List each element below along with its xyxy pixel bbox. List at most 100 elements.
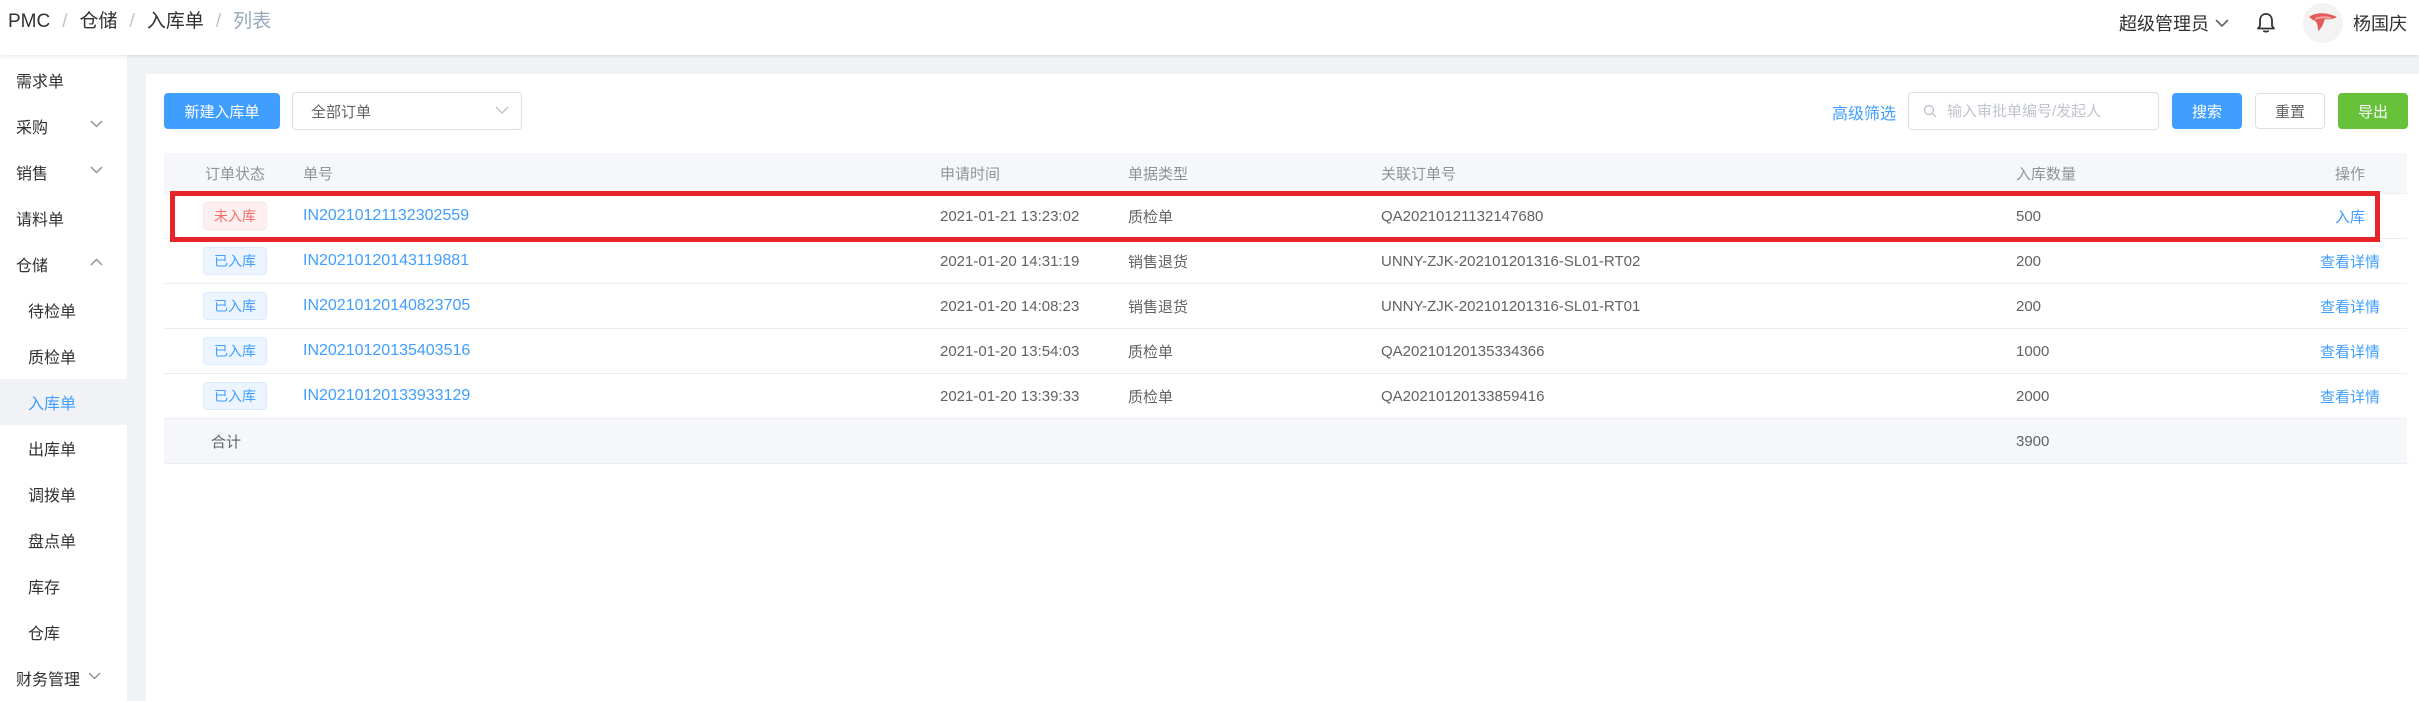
sidebar-item-demand[interactable]: 需求单 xyxy=(0,57,127,103)
sidebar-item-material-request[interactable]: 请料单 xyxy=(0,195,127,241)
document-type: 质检单 xyxy=(1128,388,1174,406)
sidebar-item-label: 库存 xyxy=(28,580,61,597)
sidebar-item-inventory[interactable]: 库存 xyxy=(0,563,127,609)
inbound-action-link[interactable]: 入库 xyxy=(2335,206,2365,227)
status-badge: 已入库 xyxy=(203,247,267,275)
inbound-quantity: 500 xyxy=(2016,207,2042,225)
inbound-table: 订单状态 单号 申请时间 单据类型 关联订单号 入库数量 操作 未入库 IN20… xyxy=(164,153,2407,464)
breadcrumb-inbound[interactable]: 入库单 xyxy=(147,10,204,34)
sidebar-item-label: 入库单 xyxy=(28,396,77,413)
breadcrumb-storage[interactable]: 仓储 xyxy=(80,10,118,34)
related-order-number: UNNY-ZJK-202101201316-SL01-RT01 xyxy=(1381,297,1641,315)
apply-time: 2021-01-20 14:31:19 xyxy=(940,252,1080,270)
view-details-link[interactable]: 查看详情 xyxy=(2320,341,2380,362)
chevron-down-icon xyxy=(90,166,103,174)
chevron-down-icon xyxy=(90,120,103,128)
top-header: PMC / 仓储 / 入库单 / 列表 超级管理员 杨国庆 xyxy=(0,0,2419,55)
advanced-filter-link[interactable]: 高级筛选 xyxy=(1832,100,1896,124)
search-input[interactable] xyxy=(1945,101,2149,121)
sidebar-item-stocktake[interactable]: 盘点单 xyxy=(0,517,127,563)
inbound-quantity: 2000 xyxy=(2016,387,2050,405)
order-number-link[interactable]: IN20210120135403516 xyxy=(303,342,470,360)
sidebar-item-label: 调拨单 xyxy=(28,488,77,505)
sidebar-item-inbound[interactable]: 入库单 xyxy=(0,379,127,425)
order-number-link[interactable]: IN20210120140823705 xyxy=(303,297,470,315)
sidebar-item-sales[interactable]: 销售 xyxy=(0,149,127,195)
status-badge: 未入库 xyxy=(203,202,267,230)
sidebar-item-pending-inspection[interactable]: 待检单 xyxy=(0,287,127,333)
sidebar-item-transfer[interactable]: 调拨单 xyxy=(0,471,127,517)
inbound-quantity: 1000 xyxy=(2016,342,2050,360)
status-badge: 已入库 xyxy=(203,292,267,320)
summary-quantity: 3900 xyxy=(2016,432,2050,450)
column-header-time: 申请时间 xyxy=(940,165,1001,183)
sidebar-item-label: 盘点单 xyxy=(28,534,77,551)
chevron-down-icon xyxy=(495,106,509,115)
column-header-number: 单号 xyxy=(303,165,334,183)
status-badge: 已入库 xyxy=(203,382,267,410)
related-order-number: QA20210120133859416 xyxy=(1381,387,1545,405)
table-row: 已入库 IN20210120133933129 2021-01-20 13:39… xyxy=(164,374,2407,419)
user-area: 超级管理员 杨国庆 xyxy=(2119,3,2407,43)
search-field[interactable] xyxy=(1908,92,2159,130)
sidebar-item-warehouse[interactable]: 仓库 xyxy=(0,609,127,655)
sidebar-item-label: 需求单 xyxy=(16,74,65,91)
apply-time: 2021-01-20 14:08:23 xyxy=(940,297,1080,315)
search-button[interactable]: 搜索 xyxy=(2172,93,2242,129)
document-type: 质检单 xyxy=(1128,208,1174,226)
view-details-link[interactable]: 查看详情 xyxy=(2320,296,2380,317)
related-order-number: UNNY-ZJK-202101201316-SL01-RT02 xyxy=(1381,252,1641,270)
apply-time: 2021-01-20 13:39:33 xyxy=(940,387,1080,405)
document-type: 销售退货 xyxy=(1128,253,1189,271)
summary-label: 合计 xyxy=(211,433,242,451)
breadcrumb-separator: / xyxy=(62,11,68,32)
order-number-link[interactable]: IN20210120143119881 xyxy=(303,252,469,270)
table-row: 未入库 IN20210121132302559 2021-01-21 13:23… xyxy=(164,194,2407,239)
reset-button[interactable]: 重置 xyxy=(2255,93,2325,129)
related-order-number: QA20210121132147680 xyxy=(1381,207,1544,225)
sidebar-item-quality-inspection[interactable]: 质检单 xyxy=(0,333,127,379)
column-header-status: 订单状态 xyxy=(204,165,265,183)
sidebar-item-label: 质检单 xyxy=(28,350,77,367)
view-details-link[interactable]: 查看详情 xyxy=(2320,251,2380,272)
new-inbound-button[interactable]: 新建入库单 xyxy=(164,93,280,129)
table-summary-row: 合计 3900 xyxy=(164,419,2407,464)
sidebar-item-purchase[interactable]: 采购 xyxy=(0,103,127,149)
order-number-link[interactable]: IN20210120133933129 xyxy=(303,387,470,405)
sidebar-item-label: 仓库 xyxy=(28,626,61,643)
view-details-link[interactable]: 查看详情 xyxy=(2320,386,2380,407)
document-type: 质检单 xyxy=(1128,343,1174,361)
related-order-number: QA20210120135334366 xyxy=(1381,342,1545,360)
breadcrumb-list: 列表 xyxy=(233,11,272,32)
column-header-related-order: 关联订单号 xyxy=(1381,165,1457,183)
order-number-link[interactable]: IN20210121132302559 xyxy=(303,207,469,225)
avatar[interactable] xyxy=(2303,3,2343,43)
sidebar-item-finance[interactable]: 财务管理 xyxy=(0,655,127,701)
order-filter-select[interactable]: 全部订单 xyxy=(292,92,522,130)
breadcrumb-separator: / xyxy=(129,11,135,32)
sidebar-item-label: 采购 xyxy=(16,120,49,137)
order-filter-value: 全部订单 xyxy=(311,103,372,121)
sidebar-item-label: 出库单 xyxy=(28,442,77,459)
inbound-quantity: 200 xyxy=(2016,252,2042,270)
table-row: 已入库 IN20210120135403516 2021-01-20 13:54… xyxy=(164,329,2407,374)
bell-icon[interactable] xyxy=(2255,12,2277,34)
search-icon xyxy=(1923,104,1937,118)
table-row: 已入库 IN20210120140823705 2021-01-20 14:08… xyxy=(164,284,2407,329)
apply-time: 2021-01-21 13:23:02 xyxy=(940,207,1080,225)
role-dropdown[interactable]: 超级管理员 xyxy=(2119,10,2229,36)
chevron-down-icon xyxy=(2215,18,2229,27)
chevron-down-icon xyxy=(88,672,101,680)
column-header-quantity: 入库数量 xyxy=(2016,165,2077,183)
sidebar-item-outbound[interactable]: 出库单 xyxy=(0,425,127,471)
breadcrumb-pmc[interactable]: PMC xyxy=(8,10,50,34)
apply-time: 2021-01-20 13:54:03 xyxy=(940,342,1080,360)
export-button[interactable]: 导出 xyxy=(2338,93,2408,129)
sidebar-item-label: 待检单 xyxy=(28,304,77,321)
column-header-action: 操作 xyxy=(2334,165,2365,183)
sidebar-item-storage[interactable]: 仓储 xyxy=(0,241,127,287)
inbound-quantity: 200 xyxy=(2016,297,2042,315)
sidebar: 需求单 采购 销售 请料单 仓储 待检单 质检单 入库单 出库单 调拨单 盘点单… xyxy=(0,55,127,701)
role-label: 超级管理员 xyxy=(2119,14,2209,34)
table-row: 已入库 IN20210120143119881 2021-01-20 14:31… xyxy=(164,239,2407,284)
